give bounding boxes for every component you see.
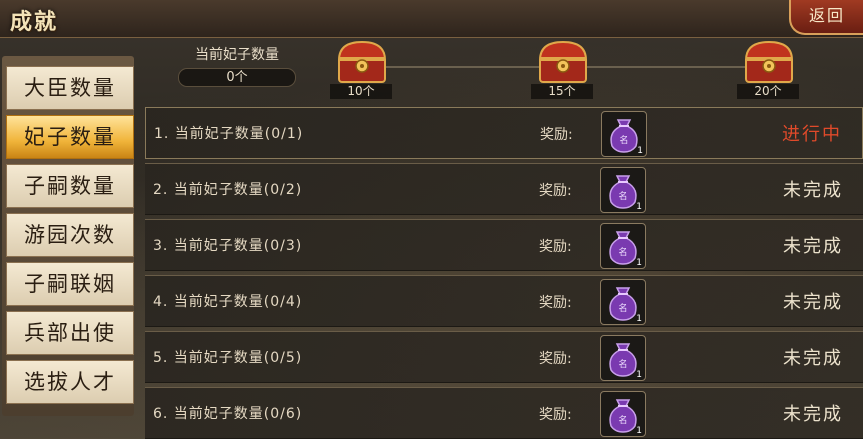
sidebar-item-heirs[interactable]: 子嗣数量 [6, 164, 134, 208]
reward-quantity: 1 [636, 370, 642, 380]
task-status: 未完成 [783, 404, 843, 425]
reward-item-slot[interactable]: 名 1 [600, 223, 646, 269]
current-count-label: 当前妃子数量 [195, 47, 279, 63]
task-row: 3. 当前妃子数量(0/3) 奖励: 名 1 未完成 [145, 219, 863, 271]
reward-quantity: 1 [636, 426, 642, 436]
task-row: 5. 当前妃子数量(0/5) 奖励: 名 1 未完成 [145, 331, 863, 383]
reward-label: 奖励: [539, 183, 572, 199]
reward-label: 奖励: [539, 239, 572, 255]
task-description: 3. 当前妃子数量(0/3) [153, 238, 303, 254]
svg-text:名: 名 [618, 246, 627, 258]
reward-label: 奖励: [539, 407, 572, 423]
svg-text:名: 名 [619, 134, 628, 146]
sidebar-item-envoy[interactable]: 兵部出使 [6, 311, 134, 355]
reward-label: 奖励: [540, 127, 573, 143]
reward-label: 奖励: [539, 295, 572, 311]
current-count-value: 0个 [178, 68, 296, 87]
task-status: 未完成 [783, 180, 843, 201]
reward-item-slot[interactable]: 名 1 [600, 167, 646, 213]
treasure-chest-icon[interactable] [741, 38, 797, 86]
svg-text:名: 名 [618, 190, 627, 202]
milestone-label: 10个 [330, 84, 392, 99]
milestone-label: 20个 [737, 84, 799, 99]
reward-quantity: 1 [636, 314, 642, 324]
sidebar-item-garden-visits[interactable]: 游园次数 [6, 213, 134, 257]
category-sidebar: 大臣数量 妃子数量 子嗣数量 游园次数 子嗣联姻 兵部出使 选拔人才 [2, 56, 134, 416]
sidebar-item-ministers[interactable]: 大臣数量 [6, 66, 134, 110]
task-row: 6. 当前妃子数量(0/6) 奖励: 名 1 未完成 [145, 387, 863, 439]
treasure-chest-icon[interactable] [535, 38, 591, 86]
task-description: 2. 当前妃子数量(0/2) [153, 182, 303, 198]
milestone-label: 15个 [531, 84, 593, 99]
reward-item-slot[interactable]: 名 1 [600, 279, 646, 325]
task-description: 1. 当前妃子数量(0/1) [154, 126, 304, 142]
page-title: 成就 [10, 9, 59, 35]
task-status: 未完成 [783, 236, 843, 257]
task-status: 进行中 [782, 124, 842, 145]
task-description: 4. 当前妃子数量(0/4) [153, 294, 303, 310]
sidebar-item-heir-marriage[interactable]: 子嗣联姻 [6, 262, 134, 306]
back-button[interactable]: 返回 [789, 0, 863, 35]
task-row: 1. 当前妃子数量(0/1) 奖励: 名 1 进行中 [145, 107, 863, 159]
reward-quantity: 1 [636, 258, 642, 268]
task-description: 6. 当前妃子数量(0/6) [153, 406, 303, 422]
task-row: 4. 当前妃子数量(0/4) 奖励: 名 1 未完成 [145, 275, 863, 327]
reward-quantity: 1 [637, 146, 643, 156]
reward-item-slot[interactable]: 名 1 [600, 335, 646, 381]
sidebar-item-talent-selection[interactable]: 选拔人才 [6, 360, 134, 404]
task-description: 5. 当前妃子数量(0/5) [153, 350, 303, 366]
svg-text:名: 名 [618, 414, 627, 426]
top-bar: 成就 [0, 0, 863, 38]
task-status: 未完成 [783, 348, 843, 369]
svg-text:名: 名 [618, 358, 627, 370]
reward-label: 奖励: [539, 351, 572, 367]
task-row: 2. 当前妃子数量(0/2) 奖励: 名 1 未完成 [145, 163, 863, 215]
reward-item-slot[interactable]: 名 1 [600, 391, 646, 437]
treasure-chest-icon[interactable] [334, 38, 390, 86]
task-status: 未完成 [783, 292, 843, 313]
reward-item-slot[interactable]: 名 1 [601, 111, 647, 157]
reward-quantity: 1 [636, 202, 642, 212]
sidebar-item-consorts[interactable]: 妃子数量 [6, 115, 134, 159]
svg-text:名: 名 [618, 302, 627, 314]
